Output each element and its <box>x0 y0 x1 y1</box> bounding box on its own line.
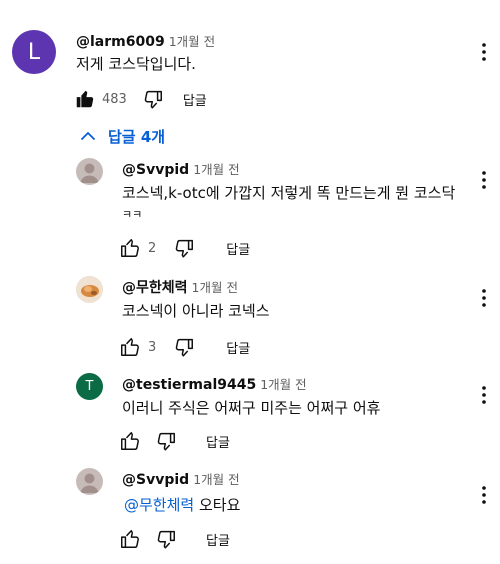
timestamp[interactable]: 1개월 전 <box>260 377 306 392</box>
comment-header: @testiermal9445 1개월 전 <box>122 374 307 393</box>
like-icon[interactable] <box>118 335 142 359</box>
dislike-icon[interactable] <box>141 87 165 111</box>
comment-text: 코스넥이 아니라 코넥스 <box>122 302 270 320</box>
avatar[interactable]: L <box>12 30 56 74</box>
more-options-icon[interactable] <box>478 482 490 508</box>
photo-avatar-icon <box>76 276 103 303</box>
comment-text: 코스넥,k-otc에 가깝지 저렇게 똑 만드는게 뭔 코스닥 ㅋㅋ <box>122 182 472 226</box>
timestamp[interactable]: 1개월 전 <box>193 472 239 487</box>
mention-link[interactable]: @무한체력 <box>124 496 194 514</box>
comment-header: @Svvpid 1개월 전 <box>122 159 240 178</box>
comment-header: @larm6009 1개월 전 <box>76 31 215 50</box>
like-count: 483 <box>102 91 127 107</box>
dislike-icon[interactable] <box>172 335 196 359</box>
replies-count-label: 답글 4개 <box>108 127 166 146</box>
reply-button[interactable]: 답글 <box>183 90 207 109</box>
comment-text: 저게 코스닥입니다. <box>76 55 196 73</box>
comment-text: @무한체력 오타요 <box>124 494 240 516</box>
author-name[interactable]: @Svvpid <box>122 162 189 178</box>
comment-actions: 답글 <box>118 527 230 551</box>
comment-header: @무한체력 1개월 전 <box>122 277 238 297</box>
comment-header: @Svvpid 1개월 전 <box>122 469 240 488</box>
comment-text-line: 코스넥,k-otc에 가깝지 저렇게 똑 만드는게 뭔 코스닥 <box>122 184 456 202</box>
dislike-icon[interactable] <box>154 527 178 551</box>
dislike-icon[interactable] <box>154 429 178 453</box>
like-icon[interactable] <box>118 236 142 260</box>
reply-comment: @Svvpid 1개월 전 @무한체력 오타요 답글 <box>0 458 500 564</box>
comment-actions: 답글 <box>118 429 230 453</box>
dislike-icon[interactable] <box>172 236 196 260</box>
timestamp[interactable]: 1개월 전 <box>169 34 215 49</box>
reply-button[interactable]: 답글 <box>206 432 230 451</box>
author-name[interactable]: @testiermal9445 <box>122 377 256 393</box>
reply-button[interactable]: 답글 <box>226 338 250 357</box>
reply-comment: @Svvpid 1개월 전 코스넥,k-otc에 가깝지 저렇게 똑 만드는게 뭔… <box>0 150 500 268</box>
avatar[interactable] <box>76 276 103 303</box>
reply-button[interactable]: 답글 <box>226 239 250 258</box>
comment-actions: 483 답글 <box>73 87 207 111</box>
more-options-icon[interactable] <box>478 167 490 193</box>
top-comment: L @larm6009 1개월 전 저게 코스닥입니다. 483 답글 <box>0 0 500 124</box>
timestamp[interactable]: 1개월 전 <box>193 162 239 177</box>
like-count: 3 <box>148 339 157 355</box>
avatar-letter: T <box>85 379 94 394</box>
comment-actions: 2 답글 <box>118 236 250 260</box>
chevron-up-icon <box>80 131 96 141</box>
reply-button[interactable]: 답글 <box>206 530 230 549</box>
comment-text-content: 오타요 <box>198 496 241 514</box>
like-icon[interactable] <box>73 87 97 111</box>
comment-actions: 3 답글 <box>118 335 250 359</box>
like-count: 2 <box>148 240 157 256</box>
author-name[interactable]: @무한체력 <box>122 280 188 296</box>
person-icon <box>80 163 99 183</box>
person-icon <box>80 473 99 493</box>
reply-comment: T @testiermal9445 1개월 전 이러니 주식은 어쩌구 미주는 어… <box>0 362 500 458</box>
comment-text: 이러니 주식은 어쩌구 미주는 어쩌구 어휴 <box>122 399 381 417</box>
author-name[interactable]: @larm6009 <box>76 34 165 50</box>
timestamp[interactable]: 1개월 전 <box>192 280 238 295</box>
reply-comment: @무한체력 1개월 전 코스넥이 아니라 코넥스 3 답글 <box>0 268 500 364</box>
more-options-icon[interactable] <box>478 382 490 408</box>
more-options-icon[interactable] <box>478 39 490 65</box>
avatar[interactable] <box>76 468 103 495</box>
avatar[interactable]: T <box>76 373 103 400</box>
avatar-letter: L <box>27 39 41 65</box>
like-icon[interactable] <box>118 429 142 453</box>
more-options-icon[interactable] <box>478 285 490 311</box>
comment-text-line: ㅋㅋ <box>122 208 143 221</box>
replies-toggle-button[interactable]: 답글 4개 <box>80 124 165 148</box>
like-icon[interactable] <box>118 527 142 551</box>
avatar[interactable] <box>76 158 103 185</box>
author-name[interactable]: @Svvpid <box>122 472 189 488</box>
